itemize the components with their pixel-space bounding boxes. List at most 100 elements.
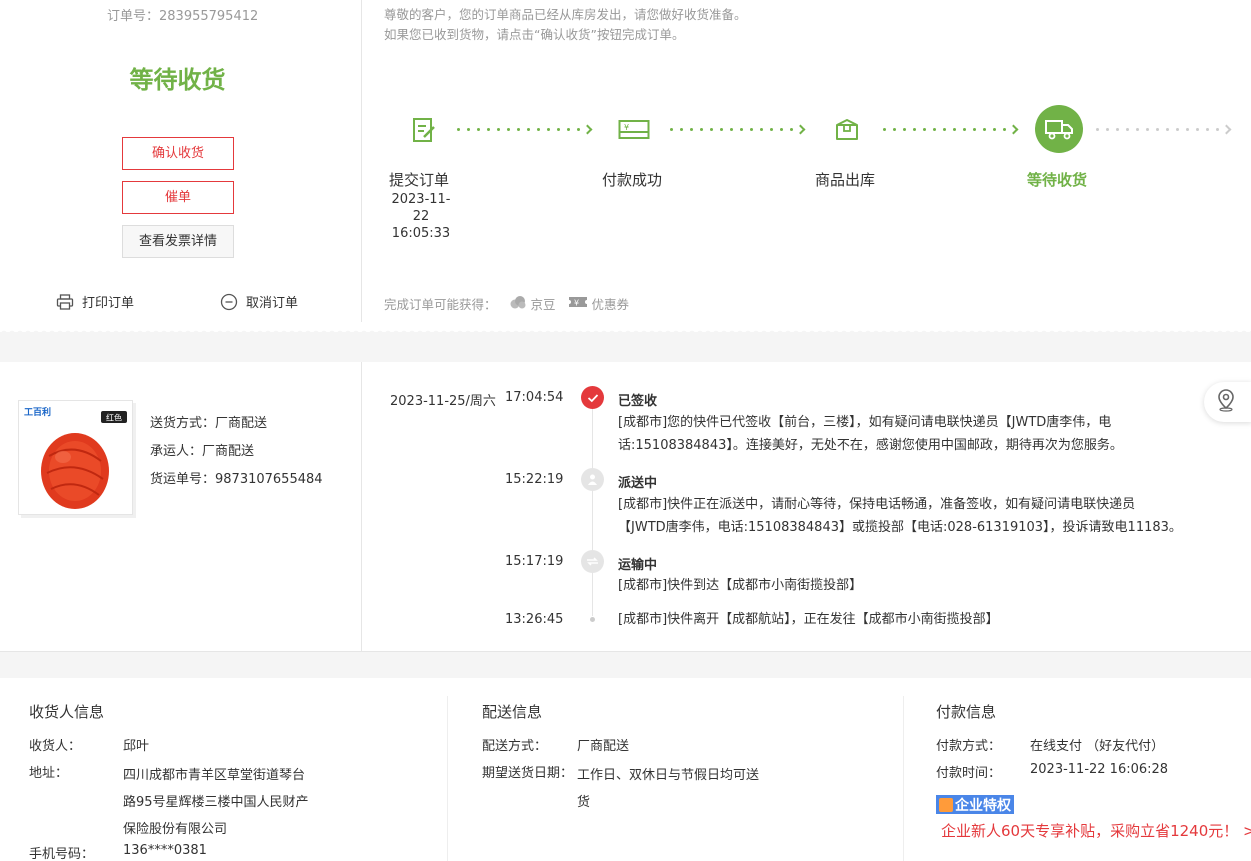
enterprise-badge: 企业特权 bbox=[936, 795, 1014, 814]
reward-jingdou-label: 京豆 bbox=[530, 297, 556, 312]
track-date: 2023-11-25/周六 bbox=[390, 394, 496, 409]
shipping-carrier: 承运人：厂商配送 bbox=[150, 444, 255, 459]
svg-text:¥: ¥ bbox=[574, 299, 579, 308]
step-label-awaiting: 等待收货 bbox=[1027, 171, 1088, 189]
consignee-name-label: 收货人： bbox=[29, 739, 82, 754]
section-divider bbox=[0, 652, 1251, 678]
track-line: [成都市]您的快件已代签收【前台，三楼】，如有疑问请电联快递员【JWTD唐李伟，… bbox=[618, 415, 1112, 430]
track-description: [成都市]快件离开【成都航站】，正在发往【成都市小南街揽投部】 bbox=[618, 608, 999, 631]
transit-icon bbox=[581, 550, 604, 573]
logistics-section: 工百利 红色 送货方式：厂商配送 承运人：厂商配送 货运单号：987310765… bbox=[0, 362, 1251, 652]
rewards-label: 完成订单可能获得： bbox=[384, 297, 497, 312]
consignee-info: 收货人信息 收货人： 邱叶 地址： 四川成都市青羊区草堂街道琴台 路95号星辉楼… bbox=[29, 678, 449, 861]
order-status-section: 订单号：283955795412 等待收货 确认收货 催单 查看发票详情 打印订… bbox=[0, 0, 1251, 322]
urge-order-button[interactable]: 催单 bbox=[122, 181, 234, 214]
track-time: 13:26:45 bbox=[505, 612, 564, 627]
reward-coupon-label: 优惠券 bbox=[591, 297, 630, 312]
track-line: 话:15108384843】。连接美好，无处不在，感谢您使用中国邮政，期待再次为… bbox=[618, 438, 1123, 453]
column-divider bbox=[903, 696, 904, 861]
address-line: 路95号星辉楼三楼中国人民财产 bbox=[123, 795, 309, 810]
map-location-button[interactable] bbox=[1204, 382, 1251, 422]
track-time: 17:04:54 bbox=[505, 390, 564, 405]
product-image[interactable]: 工百利 红色 bbox=[18, 400, 133, 515]
step-label-outbound: 商品出库 bbox=[815, 171, 876, 189]
step-label-paid: 付款成功 bbox=[602, 171, 663, 189]
notice-line-1: 尊敬的客户，您的订单商品已经从库房发出，请您做好收货准备。 bbox=[384, 7, 747, 22]
view-invoice-button[interactable]: 查看发票详情 bbox=[122, 225, 234, 258]
track-line: [成都市]快件到达【成都市小南街揽投部】 bbox=[618, 578, 863, 593]
address-line: 保险股份有限公司 bbox=[123, 822, 228, 837]
reward-coupon: ¥ 优惠券 bbox=[568, 294, 630, 313]
jingdou-icon bbox=[509, 295, 527, 312]
track-line: 【JWTD唐李伟，电话:15108384843】或揽投部【电话:028-6131… bbox=[618, 520, 1182, 535]
track-description: [成都市]您的快件已代签收【前台，三楼】，如有疑问请电联快递员【JWTD唐李伟，… bbox=[618, 411, 1123, 457]
address-value: 四川成都市青羊区草堂街道琴台 路95号星辉楼三楼中国人民财产 保险股份有限公司 bbox=[123, 762, 309, 843]
shipment-summary: 工百利 红色 送货方式：厂商配送 承运人：厂商配送 货运单号：987310765… bbox=[0, 362, 362, 652]
section-divider bbox=[0, 332, 1251, 362]
delivery-date-line: 工作日、双休日与节假日均可送 bbox=[577, 768, 760, 783]
track-line: [成都市]快件离开【成都航站】，正在发往【成都市小南街揽投部】 bbox=[618, 612, 999, 627]
payment-time-label: 付款时间： bbox=[936, 766, 1002, 781]
track-line: [成都市]快件正在派送中，请耐心等待，保持电话畅通，准备签收，如有疑问请电联快递… bbox=[618, 497, 1136, 512]
notice-line-2: 如果您已收到货物，请点击“确认收货”按钮完成订单。 bbox=[384, 27, 685, 42]
confirm-receipt-button[interactable]: 确认收货 bbox=[122, 137, 234, 170]
delivery-date-value: 工作日、双休日与节假日均可送 货 bbox=[577, 762, 759, 816]
edit-doc-icon bbox=[404, 110, 444, 150]
delivery-method: 厂商配送 bbox=[577, 739, 630, 754]
enterprise-promo-link[interactable]: 企业新人60天专享补贴，采购立省1240元！ > bbox=[941, 820, 1251, 841]
phone-label: 手机号码： bbox=[29, 847, 95, 861]
svg-text:¥: ¥ bbox=[624, 123, 629, 132]
enterprise-badge-label: 企业特权 bbox=[955, 797, 1011, 814]
timeline-line bbox=[592, 398, 593, 616]
progress-connector bbox=[670, 122, 806, 136]
delivery-date-label: 期望送货日期： bbox=[482, 766, 574, 781]
order-number-value: 283955795412 bbox=[159, 9, 259, 24]
payment-method-label: 付款方式： bbox=[936, 739, 1002, 754]
gift-icon bbox=[939, 797, 953, 812]
address-line: 四川成都市青羊区草堂街道琴台 bbox=[123, 768, 306, 783]
order-summary-panel: 订单号：283955795412 等待收货 确认收货 催单 查看发票详情 打印订… bbox=[0, 0, 362, 322]
consignee-name: 邱叶 bbox=[123, 739, 150, 754]
minus-circle-icon bbox=[220, 293, 238, 311]
order-notice: 尊敬的客户，您的订单商品已经从库房发出，请您做好收货准备。 如果您已收到货物，请… bbox=[384, 5, 747, 45]
progress-connector bbox=[457, 122, 593, 136]
courier-icon bbox=[581, 468, 604, 491]
order-progress-panel: 尊敬的客户，您的订单商品已经从库房发出，请您做好收货准备。 如果您已收到货物，请… bbox=[362, 0, 1251, 322]
track-status: 运输中 bbox=[618, 558, 658, 573]
delivery-title: 配送信息 bbox=[482, 703, 543, 721]
payment-time: 2023-11-22 16:06:28 bbox=[1030, 762, 1169, 777]
timeline-dot bbox=[590, 617, 595, 622]
cancel-order-button[interactable]: 取消订单 bbox=[220, 292, 298, 311]
step-time-submit: 2023-11-22 16:05:33 bbox=[386, 191, 456, 242]
payment-method: 在线支付 （好友代付） bbox=[1030, 739, 1165, 754]
print-order-button[interactable]: 打印订单 bbox=[56, 292, 134, 311]
check-icon bbox=[581, 386, 604, 409]
delivery-info: 配送信息 配送方式： 厂商配送 期望送货日期： 工作日、双休日与节假日均可送 货 bbox=[482, 678, 902, 861]
shipping-method: 送货方式：厂商配送 bbox=[150, 416, 268, 431]
product-badge: 红色 bbox=[106, 413, 122, 423]
order-number-label: 订单号： bbox=[107, 9, 160, 24]
step-date: 2023-11-22 bbox=[391, 192, 451, 224]
tracking-number: 货运单号：9873107655484 bbox=[150, 472, 323, 487]
address-label: 地址： bbox=[29, 766, 69, 781]
phone-value: 136****0381 bbox=[123, 843, 207, 858]
track-status: 派送中 bbox=[618, 476, 658, 491]
track-description: [成都市]快件到达【成都市小南街揽投部】 bbox=[618, 574, 862, 597]
order-number: 订单号：283955795412 bbox=[107, 5, 258, 24]
progress-connector bbox=[883, 122, 1019, 136]
print-order-label: 打印订单 bbox=[82, 296, 135, 311]
payment-title: 付款信息 bbox=[936, 703, 997, 721]
order-status-title: 等待收货 bbox=[129, 66, 226, 94]
delivery-date-line: 货 bbox=[577, 795, 591, 810]
product-brand: 工百利 bbox=[24, 406, 51, 418]
progress-connector bbox=[1096, 122, 1232, 136]
track-time: 15:17:19 bbox=[505, 554, 564, 569]
track-status: 已签收 bbox=[618, 394, 658, 409]
consignee-title: 收货人信息 bbox=[29, 703, 105, 721]
track-description: [成都市]快件正在派送中，请耐心等待，保持电话畅通，准备签收，如有疑问请电联快递… bbox=[618, 493, 1182, 539]
step-label-submit: 提交订单 bbox=[389, 171, 450, 189]
section-divider-wave bbox=[0, 326, 1251, 334]
delivery-method-label: 配送方式： bbox=[482, 739, 548, 754]
location-pin-icon bbox=[1216, 388, 1236, 416]
coupon-icon: ¥ bbox=[568, 295, 588, 312]
